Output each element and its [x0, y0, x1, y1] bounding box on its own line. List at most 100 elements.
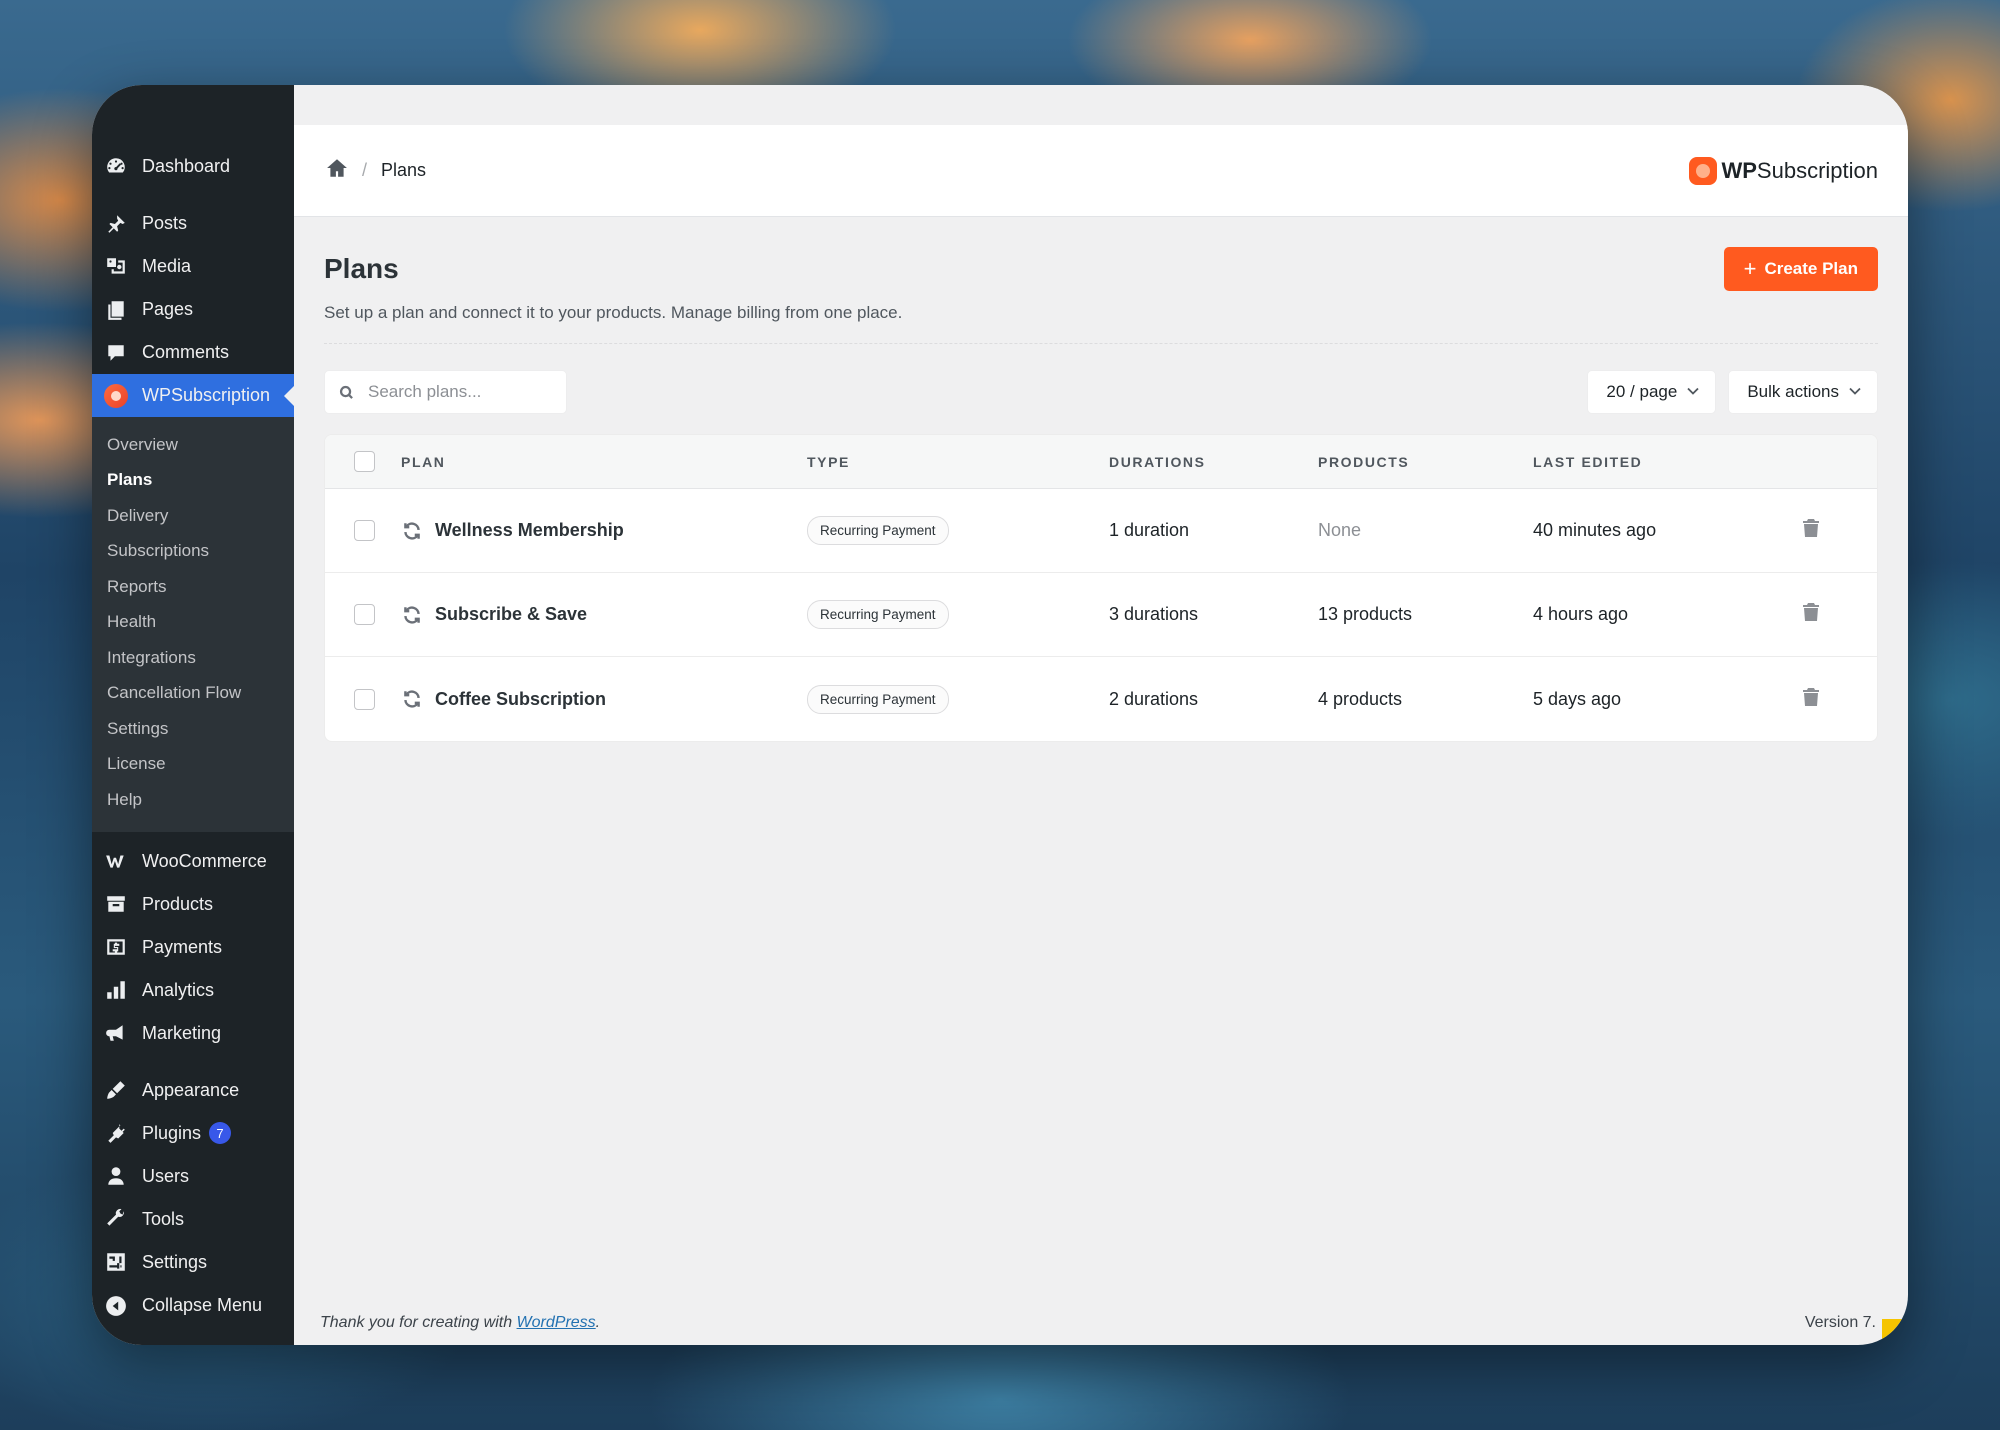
sidebar-item-analytics[interactable]: Analytics	[92, 969, 294, 1012]
wpsubscription-submenu: Overview Plans Delivery Subscriptions Re…	[92, 417, 294, 832]
pin-icon	[104, 212, 128, 236]
create-plan-button[interactable]: + Create Plan	[1723, 247, 1878, 291]
durations-cell: 1 duration	[1109, 520, 1190, 540]
sidebar-item-label: WPSubscription	[142, 385, 271, 405]
column-header-products[interactable]: PRODUCTS	[1318, 454, 1533, 470]
sidebar-item-label: Analytics	[142, 979, 215, 1000]
sidebar-item-label: WooCommerce	[142, 850, 267, 871]
dashboard-icon	[104, 155, 128, 179]
sidebar-item-dashboard[interactable]: Dashboard	[92, 145, 294, 188]
sidebar-item-label: Payments	[142, 936, 223, 957]
sidebar-item-pages[interactable]: Pages	[92, 288, 294, 331]
page-description: Set up a plan and connect it to your pro…	[324, 303, 903, 322]
trash-icon[interactable]	[1803, 687, 1819, 710]
submenu-item-integrations[interactable]: Integrations	[92, 640, 294, 676]
submenu-item-subscriptions[interactable]: Subscriptions	[92, 534, 294, 570]
plans-page: Plans Set up a plan and connect it to yo…	[294, 217, 1908, 742]
sidebar-item-payments[interactable]: Payments	[92, 926, 294, 969]
breadcrumb-separator: /	[362, 160, 368, 180]
plan-name-link[interactable]: Coffee Subscription	[435, 689, 606, 710]
comment-icon	[104, 341, 128, 365]
admin-sidebar: Dashboard Posts Media Pages Comments WPS…	[92, 85, 294, 1345]
sidebar-item-label: Tools	[142, 1208, 185, 1229]
sidebar-item-label: Appearance	[142, 1079, 240, 1100]
sidebar-item-posts[interactable]: Posts	[92, 202, 294, 245]
sidebar-item-tools[interactable]: Tools	[92, 1198, 294, 1241]
row-checkbox[interactable]	[353, 604, 375, 625]
sidebar-item-users[interactable]: Users	[92, 1155, 294, 1198]
wordpress-link[interactable]: WordPress	[517, 1314, 596, 1331]
collapse-arrow-icon	[104, 1294, 128, 1318]
admin-footer: Thank you for creating with WordPress. V…	[294, 1301, 1908, 1345]
submenu-item-delivery[interactable]: Delivery	[92, 498, 294, 534]
submenu-item-health[interactable]: Health	[92, 605, 294, 641]
table-toolbar: 20 / page Bulk actions	[324, 370, 1878, 414]
payments-icon	[104, 935, 128, 959]
sidebar-item-label: Pages	[142, 299, 194, 319]
sidebar-item-settings[interactable]: Settings	[92, 1241, 294, 1284]
search-input[interactable]	[368, 382, 548, 402]
plans-table: PLAN TYPE DURATIONS PRODUCTS LAST EDITED…	[324, 434, 1878, 742]
bar-chart-icon	[104, 978, 128, 1002]
recurring-icon	[401, 604, 423, 626]
collapse-menu-button[interactable]: Collapse Menu	[92, 1284, 294, 1327]
submenu-item-overview[interactable]: Overview	[92, 427, 294, 463]
sidebar-item-label: Dashboard	[142, 156, 231, 176]
sidebar-item-marketing[interactable]: Marketing	[92, 1012, 294, 1055]
submenu-item-license[interactable]: License	[92, 747, 294, 783]
sidebar-item-wpsubscription[interactable]: WPSubscription	[92, 374, 294, 417]
column-header-type[interactable]: TYPE	[807, 454, 1109, 470]
submenu-item-help[interactable]: Help	[92, 782, 294, 818]
collapse-menu-label: Collapse Menu	[142, 1295, 263, 1315]
breadcrumb: / Plans	[326, 157, 426, 184]
products-cell: 13 products	[1318, 604, 1413, 624]
durations-cell: 2 durations	[1109, 688, 1199, 709]
column-header-plan[interactable]: PLAN	[401, 454, 807, 470]
plugins-update-badge: 7	[209, 1122, 232, 1144]
per-page-select[interactable]: 20 / page	[1587, 370, 1717, 414]
plug-icon	[104, 1121, 128, 1145]
plugin-header: / Plans WP Subscription	[294, 125, 1908, 217]
sidebar-item-label: Users	[142, 1165, 190, 1186]
sidebar-item-products[interactable]: Products	[92, 883, 294, 926]
footer-thanks-prefix: Thank you for creating with	[320, 1314, 517, 1331]
sidebar-item-media[interactable]: Media	[92, 245, 294, 288]
sidebar-item-appearance[interactable]: Appearance	[92, 1069, 294, 1112]
breadcrumb-current: Plans	[381, 160, 427, 180]
last-edited-cell: 40 minutes ago	[1533, 520, 1657, 540]
chevron-down-icon	[1687, 387, 1699, 397]
last-edited-cell: 5 days ago	[1533, 688, 1622, 709]
admin-bar-strip	[294, 85, 1908, 125]
submenu-item-settings[interactable]: Settings	[92, 711, 294, 747]
sidebar-item-comments[interactable]: Comments	[92, 331, 294, 374]
submenu-item-cancellation-flow[interactable]: Cancellation Flow	[92, 676, 294, 712]
archive-icon	[104, 892, 128, 916]
brand-rest: Subscription	[1756, 157, 1878, 183]
submenu-item-reports[interactable]: Reports	[92, 569, 294, 605]
bulk-actions-select[interactable]: Bulk actions	[1728, 370, 1878, 414]
plan-name-link[interactable]: Subscribe & Save	[435, 604, 587, 625]
row-checkbox[interactable]	[353, 688, 375, 710]
select-all-checkbox[interactable]	[353, 451, 375, 472]
trash-icon[interactable]	[1803, 519, 1819, 541]
submenu-item-plans[interactable]: Plans	[92, 463, 294, 499]
column-header-last-edited[interactable]: LAST EDITED	[1533, 454, 1803, 470]
table-row[interactable]: Subscribe & Save Recurring Payment 3 dur…	[325, 573, 1877, 657]
sidebar-item-plugins[interactable]: Plugins 7	[92, 1112, 294, 1155]
wpsubscription-logo-icon	[1689, 156, 1718, 185]
home-icon[interactable]	[326, 157, 348, 184]
megaphone-icon	[104, 1021, 128, 1045]
sidebar-item-woocommerce[interactable]: WooCommerce	[92, 840, 294, 883]
divider	[324, 343, 1878, 344]
column-header-durations[interactable]: DURATIONS	[1109, 454, 1318, 470]
table-row[interactable]: Coffee Subscription Recurring Payment 2 …	[325, 657, 1877, 741]
row-checkbox[interactable]	[353, 520, 375, 541]
plan-name-link[interactable]: Wellness Membership	[435, 520, 624, 541]
sidebar-item-label: Plugins	[142, 1122, 202, 1143]
sidebar-item-label: Settings	[142, 1251, 208, 1272]
app-window: Dashboard Posts Media Pages Comments WPS…	[92, 85, 1908, 1345]
search-box	[324, 370, 567, 414]
trash-icon[interactable]	[1803, 603, 1819, 625]
table-row[interactable]: Wellness Membership Recurring Payment 1 …	[325, 489, 1877, 573]
footer-thanks: Thank you for creating with WordPress.	[320, 1314, 600, 1332]
